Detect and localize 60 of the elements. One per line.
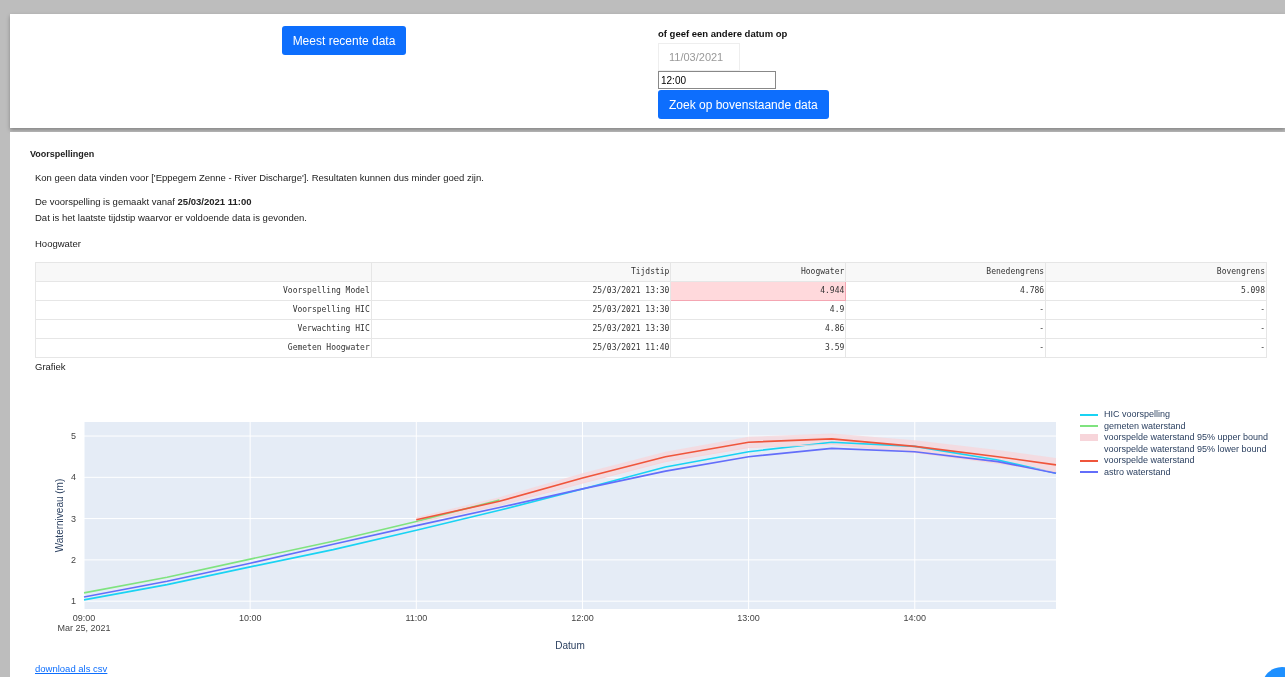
y-tick-label: 1	[71, 595, 76, 606]
table-cell: -	[1045, 338, 1267, 357]
table-title: Hoogwater	[35, 237, 82, 252]
table-cell: 4.86	[670, 319, 846, 338]
table-row-label: Gemeten Hoogwater	[35, 338, 372, 357]
table-header-cell: Tijdstip	[371, 262, 671, 281]
y-tick-label: 3	[71, 513, 76, 524]
table-cell: -	[845, 319, 1046, 338]
x-tick-label: 14:00	[903, 612, 927, 623]
forecast-note: Dat is het laatste tijdstip waarvor er voldoende data is gevonden.	[35, 211, 308, 225]
table-header-cell: Hoogwater	[670, 262, 846, 281]
table-cell: 4.786	[845, 281, 1046, 300]
table-cell: -	[845, 300, 1046, 319]
legend-item[interactable]: voorspelde waterstand 95% lower bound	[1104, 444, 1267, 454]
legend-item[interactable]: gemeten waterstand	[1104, 421, 1186, 431]
legend-item[interactable]: voorspelde waterstand 95% upper bound	[1104, 433, 1269, 442]
section-title: Voorspellingen	[30, 148, 96, 161]
table-row-label: Verwachting HIC	[35, 319, 372, 338]
x-tick-label: 13:00	[737, 612, 760, 623]
x-tick-label: 11:00	[405, 612, 428, 623]
y-tick-label: 5	[71, 430, 76, 441]
y-tick-label: 2	[71, 554, 76, 565]
legend-line-icon	[1080, 459, 1098, 462]
table-row-label: Voorspelling Model	[35, 281, 372, 300]
y-axis-title: Waterniveau (m)	[54, 478, 65, 552]
table-cell: -	[1045, 319, 1267, 338]
x-tick-label: 12:00	[571, 612, 594, 623]
table-cell: -	[1045, 300, 1267, 319]
table-cell: 4.9	[670, 300, 846, 319]
x-tick-label: 09:00	[72, 612, 96, 623]
table-header-cell: Benedengrens	[845, 262, 1046, 281]
table-cell: 25/03/2021 13:30	[371, 319, 671, 338]
table-cell: 25/03/2021 13:30	[371, 281, 671, 300]
date-label: of geef een andere datum op	[658, 27, 789, 41]
x-date-label: Mar 25, 2021	[57, 622, 111, 633]
legend-line-icon	[1080, 425, 1098, 427]
table-header-cell: Bovengrens	[1045, 262, 1267, 281]
search-button[interactable]: Zoek op bovenstaande data	[658, 90, 829, 120]
legend-line-icon	[1080, 471, 1098, 473]
table-row-label: Voorspelling HIC	[35, 300, 372, 319]
table-cell: 25/03/2021 11:40	[371, 338, 671, 357]
recent-data-button[interactable]: Meest recente data	[281, 26, 407, 55]
warning-text: Kon geen data vinden voor ['Eppegem Zenne - River Discharge']. Resultaten kunnen dus minder goed zijn.	[35, 170, 485, 185]
table-cell: -	[845, 338, 1046, 357]
chart-title: Grafiek	[35, 359, 67, 374]
table-cell: 25/03/2021 13:30	[371, 300, 671, 319]
x-axis-title: Datum	[555, 639, 585, 651]
legend-item[interactable]: HIC voorspelling	[1104, 410, 1171, 419]
download-link[interactable]: download als csv	[35, 661, 108, 676]
date-field[interactable]: 11/03/2021	[658, 43, 740, 72]
x-tick-label: 10:00	[238, 612, 262, 623]
legend-item[interactable]: astro waterstand	[1104, 467, 1171, 477]
legend-line-icon	[1080, 413, 1098, 416]
table-cell: 3.59	[670, 338, 846, 357]
legend-item[interactable]: voorspelde waterstand	[1104, 456, 1195, 465]
table-cell: 5.098	[1045, 281, 1267, 300]
forecast-note: De voorspelling is gemaakt vanaf 25/03/2021 11:00	[35, 194, 253, 209]
legend-band-icon	[1080, 434, 1098, 441]
y-tick-label: 4	[71, 472, 76, 483]
time-field[interactable]: 12:00	[658, 71, 776, 90]
